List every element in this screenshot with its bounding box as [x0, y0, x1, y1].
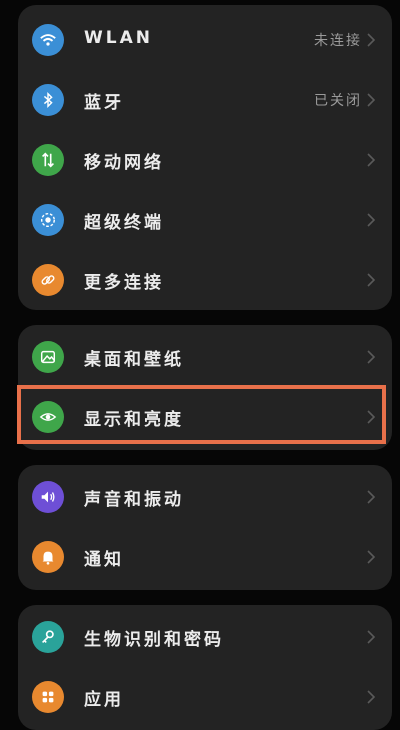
settings-item-apps[interactable]: 应用: [18, 667, 392, 727]
security-apps-group: 生物识别和密码 应用: [18, 605, 392, 730]
settings-item-bluetooth[interactable]: 蓝牙 已关闭: [18, 70, 392, 130]
settings-item-label: 桌面和壁纸: [84, 350, 184, 370]
settings-item-label: 移动网络: [84, 153, 164, 173]
sound-icon: [32, 481, 64, 513]
settings-item-wallpaper[interactable]: 桌面和壁纸: [18, 327, 392, 387]
settings-item-super-device[interactable]: 超级终端: [18, 190, 392, 250]
settings-item-label: 生物识别和密码: [84, 630, 224, 650]
settings-item-more-connections[interactable]: 更多连接: [18, 250, 392, 310]
chevron-right-icon: [366, 349, 380, 365]
settings-item-sound-vibration[interactable]: 声音和振动: [18, 467, 392, 527]
chevron-right-icon: [366, 489, 380, 505]
settings-item-label: 超级终端: [84, 213, 164, 233]
bell-icon: [32, 541, 64, 573]
apps-icon: [32, 681, 64, 713]
super-device-icon: [32, 204, 64, 236]
chevron-right-icon: [366, 689, 380, 705]
settings-item-label: 声音和振动: [84, 490, 184, 510]
wallpaper-icon: [32, 341, 64, 373]
connectivity-group: WLAN 未连接 蓝牙 已关闭 移动网络 超级终端 更多连接: [18, 5, 392, 310]
sound-notification-group: 声音和振动 通知: [18, 465, 392, 590]
chevron-right-icon: [366, 629, 380, 645]
chevron-right-icon: [366, 92, 380, 108]
chevron-right-icon: [366, 152, 380, 168]
chevron-right-icon: [366, 549, 380, 565]
settings-item-label: WLAN: [84, 28, 153, 48]
bluetooth-icon: [32, 84, 64, 116]
key-icon: [32, 621, 64, 653]
chevron-right-icon: [366, 212, 380, 228]
chevron-right-icon: [366, 32, 380, 48]
settings-item-biometrics-password[interactable]: 生物识别和密码: [18, 607, 392, 667]
mobile-data-icon: [32, 144, 64, 176]
wifi-icon: [32, 24, 64, 56]
settings-item-notifications[interactable]: 通知: [18, 527, 392, 587]
settings-item-wlan[interactable]: WLAN 未连接: [18, 10, 392, 70]
link-icon: [32, 264, 64, 296]
status-value: 已关闭: [314, 93, 362, 109]
settings-item-label: 通知: [84, 550, 124, 570]
settings-item-label: 应用: [84, 690, 124, 710]
settings-item-label: 蓝牙: [84, 93, 124, 113]
settings-item-mobile-network[interactable]: 移动网络: [18, 130, 392, 190]
highlight-box: [17, 385, 386, 444]
settings-item-label: 更多连接: [84, 273, 164, 293]
chevron-right-icon: [366, 272, 380, 288]
status-value: 未连接: [314, 33, 362, 49]
